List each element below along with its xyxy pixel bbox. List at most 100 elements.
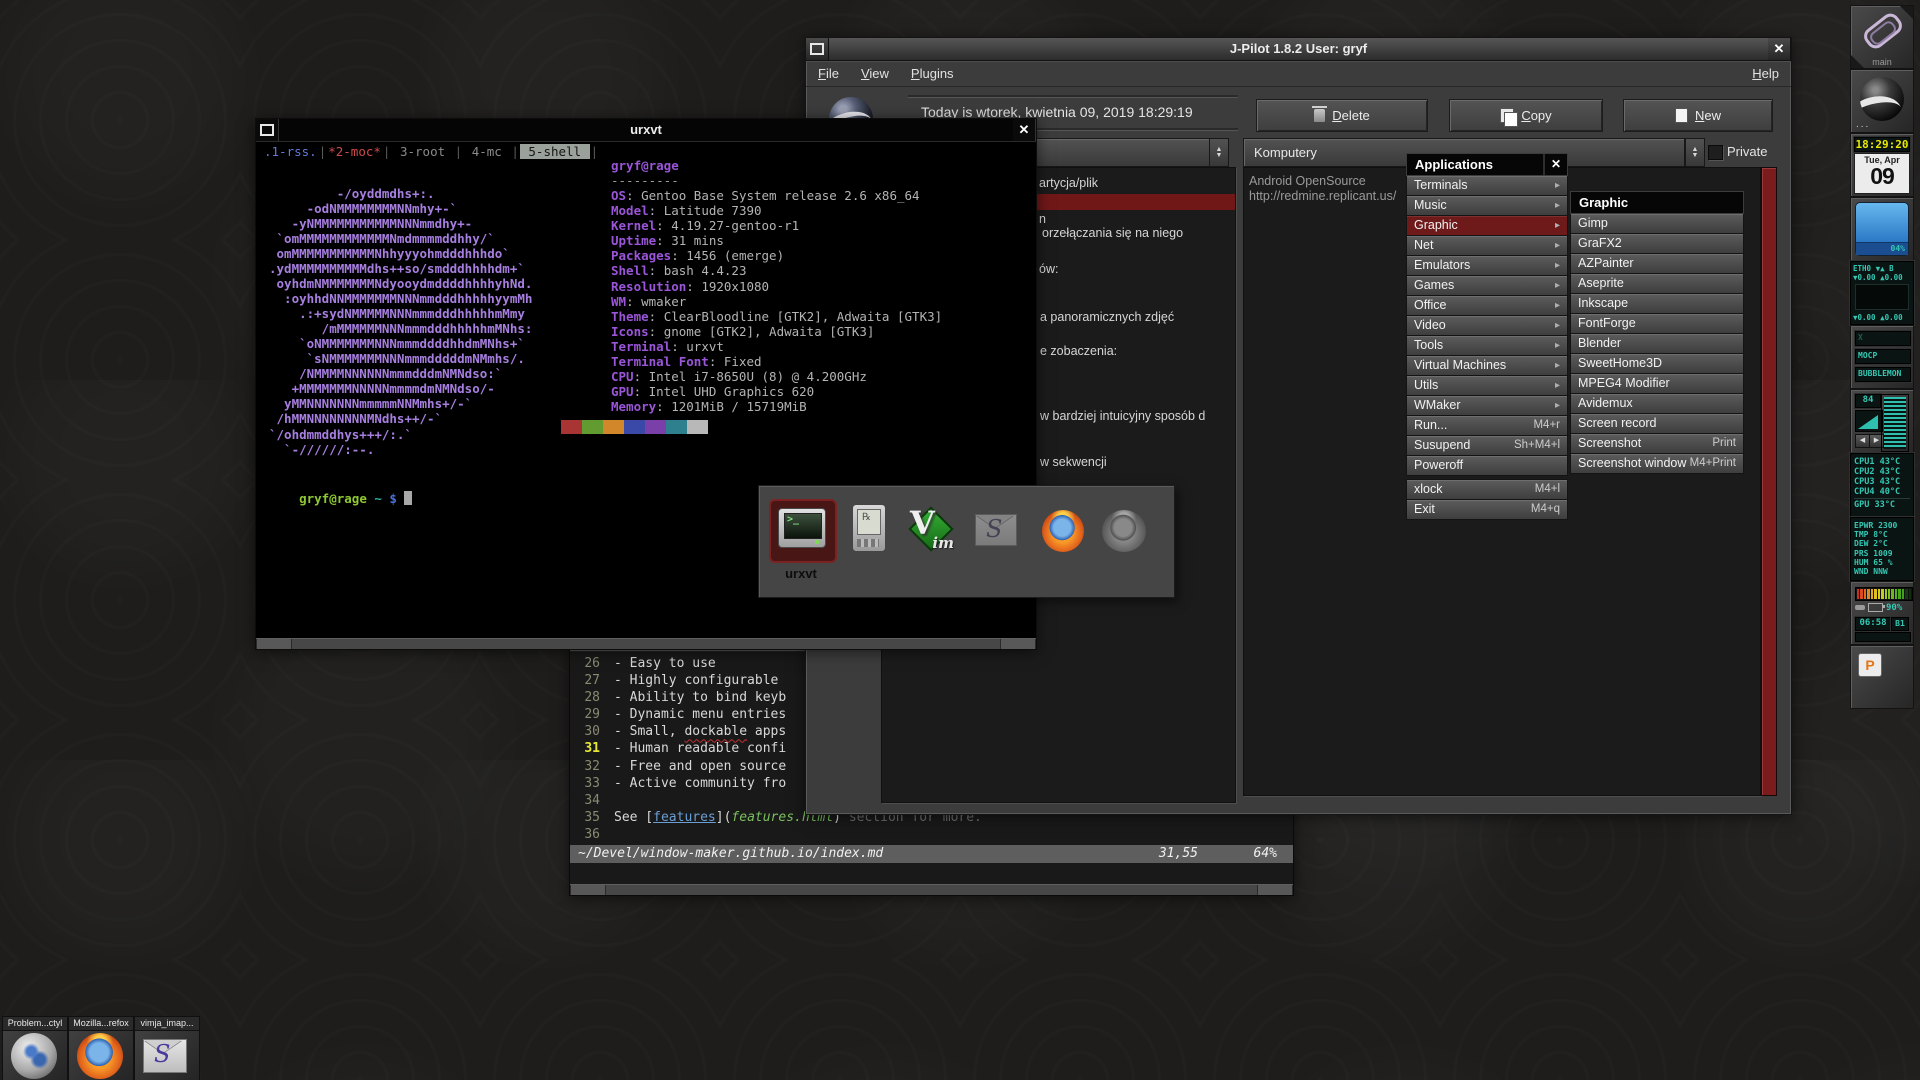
miniwindow-firefox[interactable]: Mozilla...refox	[68, 1016, 134, 1080]
tmux-segment[interactable]: |	[590, 144, 600, 159]
tmux-segment[interactable]: |	[510, 144, 520, 159]
menu-file[interactable]: File	[818, 66, 839, 81]
todo-row[interactable]: artycja/plik	[1039, 176, 1098, 190]
menu-item-susupend[interactable]: SusupendSh+M4+l	[1406, 436, 1568, 456]
jpilot-palm-icon[interactable]	[852, 504, 886, 552]
todo-row[interactable]: w bardziej intuicyjny sposób d	[1040, 409, 1205, 423]
submenu-item-blender[interactable]: Blender	[1570, 334, 1744, 354]
submenu-item-grafx2[interactable]: GraFX2	[1570, 234, 1744, 254]
submenu-item-screenshot-window[interactable]: Screenshot windowM4+Print	[1570, 454, 1744, 474]
todo-row[interactable]: ów:	[1039, 262, 1058, 276]
menu-item-wmaker[interactable]: WMaker▸	[1406, 396, 1568, 416]
submenu-item-gimp[interactable]: Gimp	[1570, 214, 1744, 234]
vim-icon[interactable]: V im	[906, 506, 954, 550]
miniwindow-mail[interactable]: vimja_imap... S	[134, 1016, 200, 1080]
menu-item-net[interactable]: Net▸	[1406, 236, 1568, 256]
submenu-item-screen-record[interactable]: Screen record	[1570, 414, 1744, 434]
todo-row[interactable]: e zobaczenia:	[1040, 344, 1117, 358]
menu-plugins[interactable]: Plugins	[911, 66, 954, 81]
firefox-inactive-icon[interactable]	[1102, 510, 1146, 552]
urxvt-titlebar[interactable]: urxvt ✕	[256, 119, 1036, 142]
graphic-submenu-titlebar[interactable]: Graphic	[1570, 191, 1744, 214]
tmux-segment[interactable]: |	[454, 144, 464, 159]
urxvt-resizebar[interactable]	[256, 638, 1036, 649]
dock-mixer[interactable]: 84 ◀ ▶	[1850, 389, 1914, 453]
jpilot-miniaturize-button[interactable]	[806, 38, 829, 60]
submenu-item-screenshot[interactable]: ScreenshotPrint	[1570, 434, 1744, 454]
miniwindow-problem[interactable]: Problem...ctyl	[2, 1016, 68, 1080]
menu-item-utils[interactable]: Utils▸	[1406, 376, 1568, 396]
miniaturize-icon	[260, 124, 274, 136]
dock-app-sphere[interactable]: ...	[1850, 69, 1914, 133]
submenu-item-fontforge[interactable]: FontForge	[1570, 314, 1744, 334]
menu-item-xlock[interactable]: xlockM4+l	[1406, 479, 1568, 500]
tmux-segment[interactable]: 4-mc	[463, 144, 510, 159]
urxvt-close-button[interactable]: ✕	[1013, 119, 1036, 141]
submenu-item-avidemux[interactable]: Avidemux	[1570, 394, 1744, 414]
menu-item-exit[interactable]: ExitM4+q	[1406, 500, 1568, 520]
dock-temperature-monitor[interactable]: CPU1 43°CCPU2 43°CCPU3 43°CCPU4 40°C GPU…	[1850, 453, 1914, 517]
tmux-segment[interactable]: |	[318, 144, 328, 159]
menu-item-music[interactable]: Music▸	[1406, 196, 1568, 216]
dock-network-monitor[interactable]: ETH0 ▼▲ B ▼0.00 ▲0.00 ▼0.00 ▲0.00	[1850, 261, 1914, 325]
tmux-segment[interactable]: 5-shell	[520, 144, 590, 159]
applications-menu-titlebar[interactable]: Applications ✕	[1406, 153, 1568, 176]
tmux-statusbar[interactable]: .1-rss.|*2-moc*| 3-root | 4-mc | 5-shell…	[263, 144, 599, 159]
submenu-item-aseprite[interactable]: Aseprite	[1570, 274, 1744, 294]
todo-row[interactable]: orzełączania się na niego	[1042, 226, 1183, 240]
submenu-item-sweethome3d[interactable]: SweetHome3D	[1570, 354, 1744, 374]
menu-item-video[interactable]: Video▸	[1406, 316, 1568, 336]
delete-button[interactable]: Delete	[1256, 99, 1428, 132]
claws-mail-icon[interactable]: S	[975, 514, 1017, 546]
memo-category-spinner[interactable]: ▲▼	[1685, 138, 1705, 167]
wmaker-clip[interactable]: main	[1850, 5, 1914, 69]
menu-item-poweroff[interactable]: Poweroff	[1406, 456, 1568, 476]
gauge-segment	[1905, 589, 1907, 599]
dock-bubblemon[interactable]: 04%	[1850, 197, 1914, 261]
new-button[interactable]: New	[1623, 99, 1773, 132]
menu-item-virtual-machines[interactable]: Virtual Machines▸	[1406, 356, 1568, 376]
vim-resize-grip-left[interactable]	[570, 885, 606, 895]
todo-row[interactable]: n	[1039, 212, 1046, 226]
todo-category-spinner[interactable]: ▲▼	[1209, 138, 1229, 167]
submenu-item-inkscape[interactable]: Inkscape	[1570, 294, 1744, 314]
applications-menu-close-button[interactable]: ✕	[1543, 154, 1567, 175]
private-checkbox[interactable]	[1708, 145, 1723, 160]
vim-resize-grip-right[interactable]	[1257, 885, 1293, 895]
tmux-segment[interactable]: .1-rss.	[263, 144, 318, 159]
menu-view[interactable]: View	[861, 66, 889, 81]
clip-arrow-icon[interactable]	[1900, 6, 1913, 19]
submenu-item-mpeg4-modifier[interactable]: MPEG4 Modifier	[1570, 374, 1744, 394]
todo-row[interactable]: w sekwencji	[1040, 455, 1107, 469]
vim-resizebar[interactable]	[570, 884, 1293, 895]
todo-row[interactable]: a panoramicznych zdjęć	[1040, 310, 1174, 324]
menu-help[interactable]: Help	[1752, 66, 1779, 81]
menu-item-run-[interactable]: Run...M4+r	[1406, 416, 1568, 436]
urxvt-icon[interactable]: >_	[778, 508, 826, 548]
shell-prompt[interactable]: gryf@rage ~ $	[269, 476, 412, 521]
submenu-item-azpainter[interactable]: AZPainter	[1570, 254, 1744, 274]
memo-scrollbar[interactable]	[1761, 167, 1777, 796]
firefox-icon[interactable]	[1042, 510, 1084, 552]
dock-clock[interactable]: 18:29:20 Tue, Apr 09	[1850, 133, 1914, 197]
menu-item-games[interactable]: Games▸	[1406, 276, 1568, 296]
copy-button[interactable]: Copy	[1449, 99, 1603, 132]
dock-weather[interactable]: EPWR 2300TMP 8°CDEW 2°CPRS 1009HUM 65 %W…	[1850, 517, 1914, 581]
menu-item-emulators[interactable]: Emulators▸	[1406, 256, 1568, 276]
tmux-segment[interactable]: 3-root	[391, 144, 453, 159]
dock-battery[interactable]: 90% 06:58 B1	[1850, 581, 1914, 645]
urxvt-resize-grip-right[interactable]	[1000, 639, 1036, 649]
dock-app-p[interactable]: P	[1850, 645, 1914, 709]
jpilot-titlebar[interactable]: J-Pilot 1.8.2 User: gryf ✕	[806, 38, 1791, 61]
tmux-segment[interactable]: |	[382, 144, 392, 159]
menu-item-graphic[interactable]: Graphic▸	[1406, 216, 1568, 236]
menu-item-terminals[interactable]: Terminals▸	[1406, 176, 1568, 196]
urxvt-miniaturize-button[interactable]	[256, 119, 279, 141]
mixer-prev-button[interactable]: ◀	[1855, 434, 1870, 448]
urxvt-resize-grip-left[interactable]	[256, 639, 292, 649]
tmux-segment[interactable]: *2-moc*	[327, 144, 382, 159]
jpilot-close-button[interactable]: ✕	[1768, 38, 1791, 60]
menu-item-office[interactable]: Office▸	[1406, 296, 1568, 316]
menu-item-tools[interactable]: Tools▸	[1406, 336, 1568, 356]
dock-moc-player[interactable]: X MOCP BUBBLEMON	[1850, 325, 1914, 389]
